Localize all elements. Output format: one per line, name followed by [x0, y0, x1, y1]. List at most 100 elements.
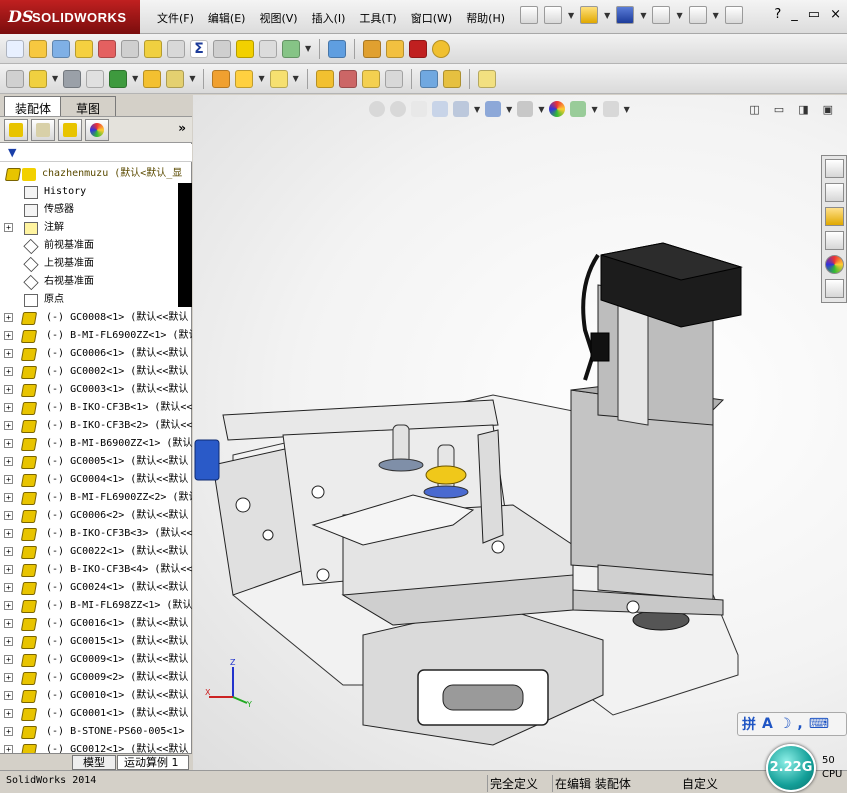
menu-tools[interactable]: 工具(T) [352, 10, 403, 26]
ime-keyboard-icon[interactable]: ⌨ [809, 716, 829, 732]
tree-component[interactable]: + (-) GC0012<1> (默认<<默认 [0, 741, 192, 753]
maximize-button[interactable]: ▭ [808, 7, 820, 22]
menu-edit[interactable]: 编辑(E) [201, 10, 253, 26]
chevron-down-icon[interactable]: ▼ [305, 44, 311, 53]
instant3d-icon[interactable] [419, 69, 438, 88]
costing-icon[interactable] [386, 39, 405, 58]
chevron-down-icon[interactable]: ▼ [52, 74, 58, 83]
tree-component[interactable]: + (-) GC0016<1> (默认<<默认 [0, 615, 192, 633]
tree-component[interactable]: + (-) GC0003<1> (默认<<默认 [0, 381, 192, 399]
render-icon[interactable] [432, 39, 451, 58]
chevron-down-icon[interactable]: ▼ [676, 11, 682, 20]
rotate-component-icon[interactable] [166, 69, 185, 88]
solidworks-logo[interactable]: DS SOLIDWORKS [0, 0, 140, 34]
tree-item-plane[interactable]: 上视基准面 [0, 255, 192, 273]
paperclip-icon[interactable] [86, 69, 105, 88]
mass-properties-icon[interactable] [52, 39, 70, 58]
status-units[interactable]: 自定义 [682, 775, 718, 792]
tree-component[interactable]: + (-) GC0009<1> (默认<<默认 [0, 651, 192, 669]
chevron-down-icon[interactable]: ▼ [713, 11, 719, 20]
tree-component[interactable]: + (-) B-MI-FL6900ZZ<1> (默认 [0, 327, 192, 345]
tree-component[interactable]: + (-) B-STONE-PS60-005<1> [0, 723, 192, 741]
expand-icon[interactable]: + [4, 475, 13, 484]
equations-icon[interactable]: Σ [190, 39, 208, 58]
tab-motion-study[interactable]: 运动算例 1 [117, 755, 189, 770]
configurationmanager-tab[interactable] [58, 118, 82, 141]
chevron-down-icon[interactable]: ▼ [640, 11, 646, 20]
tree-component[interactable]: + (-) GC0002<1> (默认<<默认 [0, 363, 192, 381]
expand-icon[interactable]: + [4, 637, 13, 646]
spell-check-icon[interactable] [6, 39, 24, 58]
custom-properties-icon[interactable] [825, 279, 844, 298]
new-part-icon[interactable] [29, 69, 47, 88]
expand-icon[interactable]: + [4, 385, 13, 394]
chevron-down-icon[interactable]: ▼ [189, 74, 195, 83]
expand-icon[interactable]: + [4, 421, 13, 430]
tree-root-assembly[interactable]: chazhenmuzu (默认<默认_显 [0, 165, 192, 183]
ime-mode-icon[interactable]: 拼 [742, 714, 756, 734]
new-motion-study-icon[interactable] [315, 69, 334, 88]
tree-item-history[interactable]: History [0, 183, 192, 201]
tree-item-annotation[interactable]: + 注解 [0, 219, 192, 237]
tree-component[interactable]: + (-) B-MI-FL698ZZ<1> (默认 [0, 597, 192, 615]
tab-sketch[interactable]: 草图 [60, 96, 116, 116]
expand-icon[interactable]: + [4, 727, 13, 736]
graphics-area[interactable]: ▼ ▼ ▼ ▼ ▼ ◫ ▭ ◨ ▣ Z X Y 拼 A ☽ , ⌨ [193, 95, 847, 770]
sustainability-icon[interactable] [409, 39, 428, 58]
undo-icon[interactable] [688, 6, 707, 24]
exploded-view-icon[interactable] [361, 69, 380, 88]
bill-of-materials-icon[interactable] [338, 69, 357, 88]
tree-component[interactable]: + (-) B-MI-B6900ZZ<1> (默认 [0, 435, 192, 453]
expand-icon[interactable]: + [4, 655, 13, 664]
snapshot-icon[interactable] [477, 69, 496, 88]
tree-component[interactable]: + (-) B-IKO-CF3B<4> (默认<< [0, 561, 192, 579]
tree-component[interactable]: + (-) GC0024<1> (默认<<默认 [0, 579, 192, 597]
new-document-icon[interactable] [544, 6, 562, 24]
help-button[interactable]: ? [774, 7, 781, 22]
solidworks-resources-icon[interactable] [825, 159, 844, 178]
ime-moon-icon[interactable]: ☽ [779, 716, 792, 732]
expand-icon[interactable]: + [4, 511, 13, 520]
reference-geometry-icon[interactable] [269, 69, 288, 88]
expand-icon[interactable]: + [4, 745, 13, 753]
expand-icon[interactable]: + [4, 403, 13, 412]
minimize-button[interactable]: _ [791, 7, 798, 22]
expand-icon[interactable]: + [4, 529, 13, 538]
interference-icon[interactable] [213, 39, 231, 58]
expand-icon[interactable]: + [4, 313, 13, 322]
tree-component[interactable]: + (-) GC0015<1> (默认<<默认 [0, 633, 192, 651]
file-explorer-icon[interactable] [825, 207, 844, 226]
expand-icon[interactable]: + [4, 565, 13, 574]
smart-fasteners-icon[interactable] [212, 69, 231, 88]
explode-line-sketch-icon[interactable] [384, 69, 403, 88]
sensor-icon[interactable] [98, 39, 116, 58]
view-palette-icon[interactable] [825, 231, 844, 250]
expand-icon[interactable]: + [4, 439, 13, 448]
menu-view[interactable]: 视图(V) [252, 10, 304, 26]
expand-icon[interactable]: + [4, 691, 13, 700]
linear-pattern-icon[interactable] [109, 69, 128, 88]
chevron-down-icon[interactable]: ▼ [568, 11, 574, 20]
tree-scrollbar[interactable] [178, 183, 192, 307]
menu-window[interactable]: 窗口(W) [404, 10, 459, 26]
more-tabs-button[interactable]: » [178, 121, 186, 135]
tree-component[interactable]: + (-) GC0006<1> (默认<<默认 [0, 345, 192, 363]
mate-icon[interactable] [63, 69, 82, 88]
tree-component[interactable]: + (-) GC0004<1> (默认<<默认 [0, 471, 192, 489]
tree-component[interactable]: + (-) B-IKO-CF3B<3> (默认<< [0, 525, 192, 543]
tree-component[interactable]: + (-) GC0022<1> (默认<<默认 [0, 543, 192, 561]
tree-component[interactable]: + (-) GC0008<1> (默认<<默认 [0, 309, 192, 327]
chevron-down-icon[interactable]: ▼ [293, 74, 299, 83]
filter-icon[interactable]: ▼ [8, 146, 16, 159]
chevron-down-icon[interactable]: ▼ [604, 11, 610, 20]
warning-icon[interactable] [236, 39, 254, 58]
close-button[interactable]: × [830, 7, 841, 22]
assembly-model[interactable] [193, 95, 847, 770]
tree-component[interactable]: + (-) GC0001<1> (默认<<默认 [0, 705, 192, 723]
propertymanager-tab[interactable] [31, 118, 55, 141]
appearances-scenes-icon[interactable] [825, 255, 844, 274]
assembly-features-icon[interactable] [235, 69, 254, 88]
ime-comma-icon[interactable]: , [797, 716, 802, 732]
tree-component[interactable]: + (-) GC0006<2> (默认<<默认 [0, 507, 192, 525]
featuremanager-tab[interactable] [4, 118, 28, 141]
